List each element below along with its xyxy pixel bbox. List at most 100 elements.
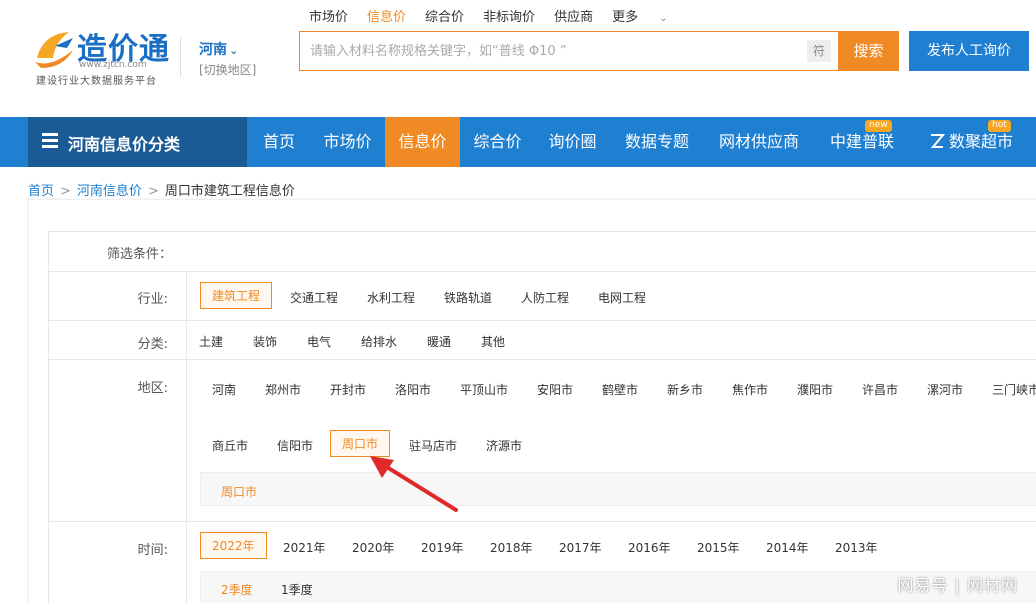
year-option[interactable]: 2015年 [697,539,740,556]
time-label: 时间: [137,543,168,558]
breadcrumb-current: 周口市建筑工程信息价 [164,184,295,199]
area-option[interactable]: 信阳市 [277,437,313,454]
breadcrumb-home[interactable]: 首页 [28,184,54,199]
industry-option-power-grid[interactable]: 电网工程 [598,289,646,306]
category-option-civil[interactable]: 土建 [199,333,223,350]
category-label: 分类: [137,337,168,352]
area-option[interactable]: 鹤壁市 [602,381,638,398]
area-label: 地区: [137,381,168,396]
site-logo[interactable]: 造价通 www.zjtcn.com 建设行业大数据服务平台 [33,24,173,87]
breadcrumb: 首页 > 河南信息价 > 周口市建筑工程信息价 [28,180,295,199]
year-option[interactable]: 2014年 [766,539,809,556]
breadcrumb-separator: > [60,184,71,199]
category-option-decoration[interactable]: 装饰 [253,333,277,350]
region-name: 河南 [199,42,227,58]
area-option[interactable]: 开封市 [330,381,366,398]
topnav-item-composite[interactable]: 综合价 [425,6,464,25]
symbol-button[interactable]: 符 [807,40,831,62]
area-option[interactable]: 商丘市 [212,437,248,454]
nav-item-zhongjian-label: 中建普联 [829,132,894,151]
topnav-more-label: 更多 [612,10,639,25]
year-option[interactable]: 2020年 [352,539,395,556]
year-option-selected[interactable]: 2022年 [200,532,267,559]
search-bar: 符 [299,31,838,71]
nav-item-suppliers[interactable]: 网材供应商 [704,117,814,167]
area-option[interactable]: 漯河市 [927,381,963,398]
industry-option-civil-defense[interactable]: 人防工程 [521,289,569,306]
nav-item-home[interactable]: 首页 [248,117,310,167]
quarter-option-selected[interactable]: 2季度 [221,581,253,598]
industry-option-traffic[interactable]: 交通工程 [290,289,338,306]
year-option[interactable]: 2016年 [628,539,671,556]
publish-inquiry-button[interactable]: 发布人工询价 [909,31,1029,71]
topnav-item-market[interactable]: 市场价 [309,6,348,25]
search-input[interactable] [300,32,800,70]
watermark: 网易号 | 网材网 [897,576,1018,595]
search-button[interactable]: 搜索 [838,31,899,71]
hot-badge: hot [988,120,1011,132]
category-option-plumbing[interactable]: 给排水 [361,333,397,350]
area-option[interactable]: 焦作市 [732,381,768,398]
area-option[interactable]: 新乡市 [667,381,703,398]
nav-item-data-topics[interactable]: 数据专题 [610,117,704,167]
area-option[interactable]: 河南 [212,381,236,398]
logo-url: www.zjtcn.com [79,60,147,70]
topnav-item-info[interactable]: 信息价 [367,6,406,25]
year-option[interactable]: 2017年 [559,539,602,556]
category-menu[interactable]: 河南信息价分类 [28,117,247,167]
nav-item-market-price[interactable]: 市场价 [310,117,385,167]
header-divider [180,37,181,77]
year-option[interactable]: 2013年 [835,539,878,556]
new-badge: new [865,120,892,132]
industry-option-building[interactable]: 建筑工程 [200,282,273,309]
row-divider [48,271,1036,272]
area-option[interactable]: 濮阳市 [797,381,833,398]
area-option[interactable]: 安阳市 [537,381,573,398]
year-option[interactable]: 2021年 [283,539,326,556]
topnav-item-suppliers[interactable]: 供应商 [554,6,593,25]
category-menu-label: 河南信息价分类 [68,135,181,154]
nav-item-data-market[interactable]: 数聚超市 hot [914,117,1028,167]
nav-item-data-market-label: 数聚超市 [948,132,1013,151]
year-option[interactable]: 2018年 [490,539,533,556]
area-option[interactable]: 许昌市 [862,381,898,398]
category-option-other[interactable]: 其他 [481,333,505,350]
main-nav: 河南信息价分类 首页 市场价 信息价 综合价 询价圈 数据专题 网材供应商 中建… [0,117,1036,167]
logo-slogan: 建设行业大数据服务平台 [36,76,157,87]
breadcrumb-separator: > [147,184,159,199]
chevron-down-icon: ⌄ [229,44,239,57]
data-market-icon [930,134,945,148]
nav-item-info-price[interactable]: 信息价 [385,117,460,167]
site-header: 造价通 www.zjtcn.com 建设行业大数据服务平台 河南 ⌄ [切换地区]… [0,0,1036,117]
logo-mark-icon [35,32,73,68]
area-option[interactable]: 平顶山市 [460,381,508,398]
category-option-hvac[interactable]: 暖通 [427,333,451,350]
region-switch-link[interactable]: [切换地区] [199,61,256,78]
filter-conditions-label: 筛选条件： [106,247,172,262]
breadcrumb-region[interactable]: 河南信息价 [77,184,142,199]
filter-table [48,231,1036,603]
industry-label: 行业: [137,292,168,307]
industry-option-water[interactable]: 水利工程 [367,289,415,306]
nav-item-composite-price[interactable]: 综合价 [460,117,535,167]
row-divider [48,320,1036,321]
area-option[interactable]: 三门峡市 [992,381,1036,398]
category-option-electrical[interactable]: 电气 [307,333,331,350]
nav-item-zhongjian[interactable]: 中建普联 new [814,117,910,167]
topnav-item-nonstandard[interactable]: 非标询价 [483,6,535,25]
menu-icon [42,133,58,149]
area-option[interactable]: 济源市 [486,437,522,454]
nav-item-inquiry-circle[interactable]: 询价圈 [535,117,610,167]
area-option[interactable]: 郑州市 [265,381,301,398]
chevron-down-icon: ⌄ [659,13,668,24]
row-divider [48,521,1036,522]
quarter-option[interactable]: 1季度 [281,581,313,598]
industry-option-railway[interactable]: 铁路轨道 [444,289,492,306]
area-sub-option-selected[interactable]: 周口市 [221,483,257,500]
row-divider [48,359,1036,360]
region-selector[interactable]: 河南 ⌄ [199,39,238,59]
year-option[interactable]: 2019年 [421,539,464,556]
annotation-arrow-icon [370,456,458,512]
area-option[interactable]: 洛阳市 [395,381,431,398]
topnav-item-more[interactable]: 更多 ⌄ [612,6,686,25]
